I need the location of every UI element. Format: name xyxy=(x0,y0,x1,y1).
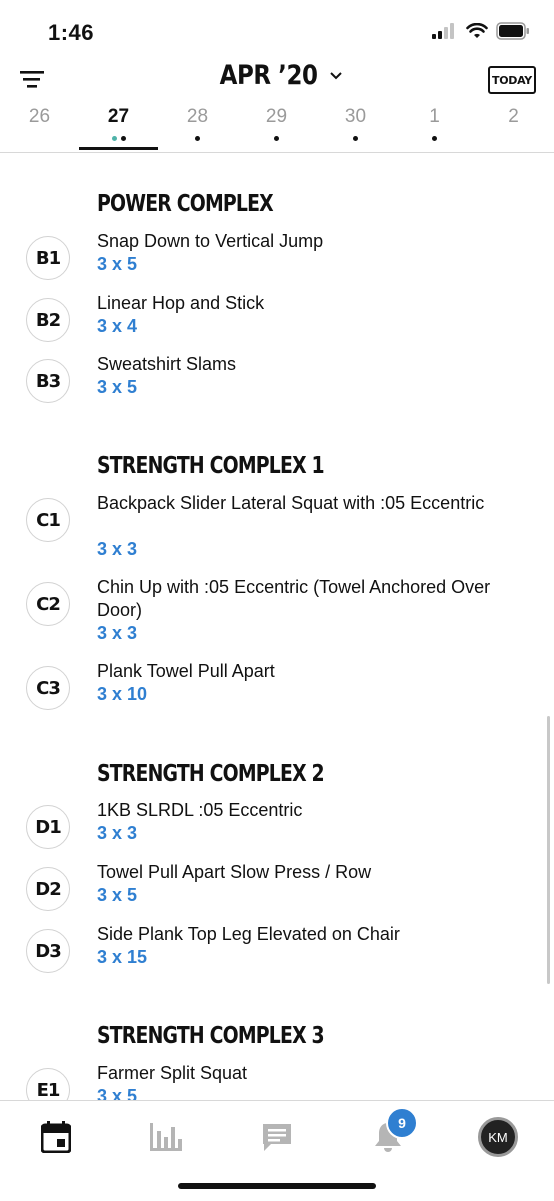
calendar-icon xyxy=(41,1121,71,1153)
exercise-item[interactable]: D3 Side Plank Top Leg Elevated on Chair 3 … xyxy=(0,924,554,989)
exercise-item[interactable]: B3 Sweatshirt Slams 3 x 5 xyxy=(0,354,554,419)
tab-stats[interactable] xyxy=(136,1117,196,1157)
wifi-icon xyxy=(466,23,488,38)
section-title: POWER COMPLEX xyxy=(97,191,274,217)
header: APR ’20 TODAY xyxy=(0,60,554,100)
workout-dots xyxy=(395,136,474,141)
date-cell[interactable]: 28 xyxy=(158,100,237,152)
exercise-sets: 3 x 5 xyxy=(97,377,138,397)
workout-dot xyxy=(195,136,200,141)
date-number: 29 xyxy=(265,106,288,127)
exercise-name: Linear Hop and Stick xyxy=(97,293,265,313)
cellular-signal-icon xyxy=(432,23,454,39)
exercise-sets: 3 x 3 xyxy=(97,823,138,843)
exercise-code-badge: D1 xyxy=(26,805,70,849)
tab-calendar[interactable] xyxy=(26,1117,86,1157)
exercise-item[interactable]: B2 Linear Hop and Stick 3 x 4 xyxy=(0,293,554,358)
exercise-code-badge: D3 xyxy=(26,929,70,973)
section-title: STRENGTH COMPLEX 3 xyxy=(97,1023,325,1049)
tab-profile[interactable]: KM xyxy=(468,1117,528,1157)
exercise-code-badge: B1 xyxy=(26,236,70,280)
exercise-code-badge: B2 xyxy=(26,298,70,342)
exercise-sets: 3 x 5 xyxy=(97,1086,138,1100)
avatar: KM xyxy=(478,1117,518,1157)
date-cell[interactable]: 1 xyxy=(395,100,474,152)
exercise-code-badge: C1 xyxy=(26,498,70,542)
exercise-name: Backpack Slider Lateral Squat with :05 E… xyxy=(97,493,485,513)
section-title: STRENGTH COMPLEX 2 xyxy=(97,761,325,787)
chevron-down-icon xyxy=(329,71,342,79)
date-number: 1 xyxy=(429,106,440,127)
exercise-name: Farmer Split Squat xyxy=(97,1063,248,1083)
date-number: 2 xyxy=(508,106,519,127)
exercise-item[interactable]: B1 Snap Down to Vertical Jump 3 x 5 xyxy=(0,231,554,296)
exercise-item[interactable]: D2 Towel Pull Apart Slow Press / Row 3 x 5 xyxy=(0,862,554,927)
date-number: 27 xyxy=(107,106,130,127)
active-date-indicator xyxy=(79,147,158,150)
battery-icon xyxy=(496,22,529,40)
exercise-sets: 3 x 3 xyxy=(97,539,138,559)
exercise-sets: 3 x 3 xyxy=(97,623,138,643)
date-cell[interactable]: 2 xyxy=(474,100,553,152)
exercise-code-badge: C2 xyxy=(26,582,70,626)
scrollbar[interactable] xyxy=(547,716,550,984)
exercise-name: 1KB SLRDL :05 Eccentric xyxy=(97,800,303,820)
workout-dot xyxy=(274,136,279,141)
exercise-sets: 3 x 4 xyxy=(97,316,138,336)
exercise-item[interactable]: C2 Chin Up with :05 Eccentric (Towel Anch… xyxy=(0,577,554,643)
status-time: 1:46 xyxy=(48,20,95,45)
exercise-name: Sweatshirt Slams xyxy=(97,354,237,374)
date-cell[interactable]: 29 xyxy=(237,100,316,152)
workout-dots xyxy=(316,136,395,141)
notification-count-badge: 9 xyxy=(386,1107,418,1139)
exercise-code-badge: E1 xyxy=(26,1068,70,1100)
month-label: APR ’20 xyxy=(220,60,318,91)
exercise-name: Chin Up with :05 Eccentric (Towel Anchor… xyxy=(97,577,491,620)
month-selector[interactable]: APR ’20 xyxy=(211,60,342,91)
tab-bar: 9 KM xyxy=(0,1100,554,1201)
exercise-sets: 3 x 15 xyxy=(97,947,148,967)
exercise-code-badge: C3 xyxy=(26,666,70,710)
status-icons xyxy=(432,22,530,40)
date-cell[interactable]: 30 xyxy=(316,100,395,152)
chat-icon xyxy=(263,1124,291,1151)
workout-dots xyxy=(237,136,316,141)
exercise-sets: 3 x 10 xyxy=(97,684,148,704)
date-cell[interactable]: 26 xyxy=(0,100,79,152)
exercise-item[interactable]: C3 Plank Towel Pull Apart 3 x 10 xyxy=(0,661,554,726)
today-button[interactable]: TODAY xyxy=(488,66,536,94)
tab-messages[interactable] xyxy=(247,1117,307,1157)
workout-dot xyxy=(432,136,437,141)
exercise-item[interactable]: E1 Farmer Split Squat 3 x 5 xyxy=(0,1063,554,1100)
workout-dots xyxy=(79,136,158,141)
month-title: APR ’20 xyxy=(0,60,554,91)
date-number: 26 xyxy=(28,106,51,127)
exercise-name: Side Plank Top Leg Elevated on Chair xyxy=(97,924,400,944)
exercise-sets: 3 x 5 xyxy=(97,885,138,905)
workout-dot xyxy=(353,136,358,141)
status-bar: 1:46 xyxy=(0,0,554,60)
date-strip: 26 27 28 29 30 1 2 xyxy=(0,100,554,153)
section-title: STRENGTH COMPLEX 1 xyxy=(97,453,325,479)
home-indicator[interactable] xyxy=(178,1183,376,1189)
exercise-sets: 3 x 5 xyxy=(97,254,138,274)
date-number: 28 xyxy=(186,106,209,127)
exercise-item[interactable]: C1 Backpack Slider Lateral Squat with :05… xyxy=(0,493,554,559)
exercise-code-badge: B3 xyxy=(26,359,70,403)
workout-list: POWER COMPLEX B1 Snap Down to Vertical Jum… xyxy=(0,153,554,1100)
workout-dot xyxy=(111,136,117,141)
exercise-name: Snap Down to Vertical Jump xyxy=(97,231,324,251)
exercise-item[interactable]: D1 1KB SLRDL :05 Eccentric 3 x 3 xyxy=(0,800,554,865)
exercise-name: Plank Towel Pull Apart xyxy=(97,661,275,681)
bar-chart-icon xyxy=(150,1123,182,1151)
workout-dot xyxy=(120,136,126,141)
exercise-name: Towel Pull Apart Slow Press / Row xyxy=(97,862,372,882)
date-number: 30 xyxy=(344,106,367,127)
date-cell[interactable]: 27 xyxy=(79,100,158,152)
exercise-code-badge: D2 xyxy=(26,867,70,911)
workout-dots xyxy=(158,136,237,141)
